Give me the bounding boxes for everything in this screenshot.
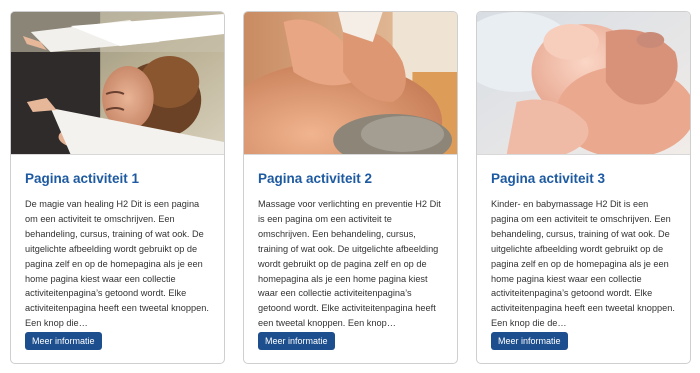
more-info-button[interactable]: Meer informatie bbox=[25, 332, 102, 350]
card-body: Pagina activiteit 3 Kinder- en babymassa… bbox=[477, 170, 690, 331]
healing-hands-photo[interactable] bbox=[11, 12, 224, 155]
card-title[interactable]: Pagina activiteit 2 bbox=[258, 170, 443, 188]
card-description: De magie van healing H2 Dit is een pagin… bbox=[25, 199, 209, 329]
more-info-button[interactable]: Meer informatie bbox=[258, 332, 335, 350]
card-body: Pagina activiteit 1 De magie van healing… bbox=[11, 170, 224, 331]
activity-cards: Pagina activiteit 1 De magie van healing… bbox=[0, 0, 700, 373]
activity-card-3: Pagina activiteit 3 Kinder- en babymassa… bbox=[476, 11, 691, 364]
shoulder-massage-photo[interactable] bbox=[244, 12, 457, 155]
card-description: Kinder- en babymassage H2 Dit is een pag… bbox=[491, 199, 675, 329]
card-body: Pagina activiteit 2 Massage voor verlich… bbox=[244, 170, 457, 331]
activity-card-2: Pagina activiteit 2 Massage voor verlich… bbox=[243, 11, 458, 364]
activity-card-1: Pagina activiteit 1 De magie van healing… bbox=[10, 11, 225, 364]
card-title[interactable]: Pagina activiteit 1 bbox=[25, 170, 210, 188]
more-info-button[interactable]: Meer informatie bbox=[491, 332, 568, 350]
card-title[interactable]: Pagina activiteit 3 bbox=[491, 170, 676, 188]
baby-foot-massage-photo[interactable] bbox=[477, 12, 690, 155]
card-description: Massage voor verlichting en preventie H2… bbox=[258, 199, 441, 329]
